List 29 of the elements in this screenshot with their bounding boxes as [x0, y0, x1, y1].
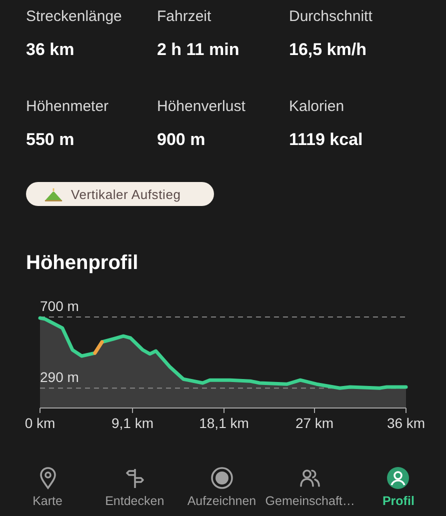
stat-label: Streckenlänge	[26, 8, 123, 25]
stat-value: 36 km	[26, 40, 76, 60]
x-axis-label: 9,1 km	[112, 415, 154, 431]
stat-value: 16,5 km/h	[289, 40, 368, 60]
nav-tab[interactable]: Profil	[354, 460, 442, 516]
reference-label: 290 m	[40, 369, 79, 386]
mountain-icon	[44, 186, 63, 202]
stat-label: Durchschnitt	[289, 8, 374, 25]
x-axis-label: 0 km	[24, 415, 56, 431]
x-axis-label: 18,1 km	[199, 415, 249, 431]
x-axis-label: 27 km	[295, 415, 334, 431]
stat-label: Kalorien	[289, 98, 346, 115]
profile-icon	[386, 466, 410, 490]
nav-tab[interactable]: Aufzeichnen	[178, 460, 266, 516]
stat-label: Höhenmeter	[26, 98, 110, 115]
reference-label: 700 m	[40, 298, 79, 314]
nav-tab[interactable]: Karte	[4, 460, 92, 516]
x-axis-label: 36 km	[386, 415, 426, 431]
record-icon	[210, 466, 234, 490]
stat-label: Fahrzeit	[157, 8, 212, 25]
section-title: Höhenprofil	[26, 252, 140, 275]
stat-value: 550 m	[26, 130, 76, 150]
stat-value: 1119 kcal	[289, 130, 364, 150]
stat-label: Höhenverlust	[157, 98, 246, 115]
nav-tab[interactable]: Entdecken	[91, 460, 178, 516]
stat-value: 2 h 11 min	[157, 40, 240, 60]
nav-tab[interactable]: Gemeinschaft…	[265, 460, 355, 516]
vertical-climb-chip[interactable]: Vertikaler Aufstieg	[26, 182, 214, 206]
stat-value: 900 m	[157, 130, 206, 150]
